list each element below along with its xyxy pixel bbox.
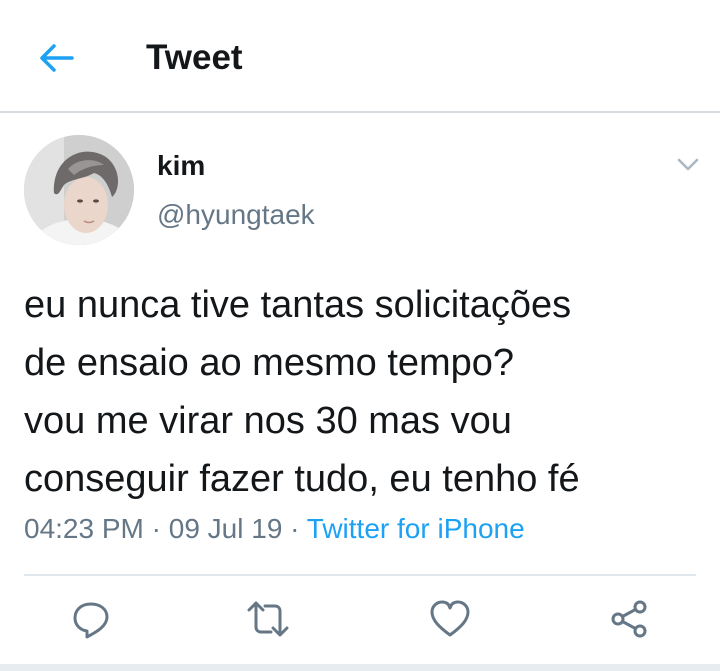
arrow-left-icon [40,44,74,72]
tweet-text: eu nunca tive tantas solicitações de ens… [24,276,704,508]
reply-icon [73,602,109,639]
tweet-line: eu nunca tive tantas solicitações [24,284,572,326]
author-display-name[interactable]: kim [157,150,205,182]
tweet-time: 04:23 PM [24,513,144,544]
tweet-line: conseguir fazer tudo, eu tenho fé [24,458,580,500]
tweet-line: vou me virar nos 30 mas vou [24,400,512,442]
bottom-divider [0,664,720,671]
author-handle[interactable]: @hyungtaek [157,199,315,231]
meta-separator: · [143,513,169,544]
meta-separator: · [282,513,307,544]
heart-icon [430,600,470,637]
tweet-actions-bar [0,594,720,644]
tweet-date: 09 Jul 19 [168,513,283,544]
reply-button[interactable] [66,594,116,644]
tweet-metadata: 04:23 PM · 09 Jul 19 · Twitter for iPhon… [24,512,525,546]
retweet-button[interactable] [243,594,293,644]
avatar[interactable] [24,135,134,245]
tweet-options-button[interactable] [670,150,706,180]
top-bar: Tweet [0,0,720,113]
chevron-down-icon [677,158,699,171]
back-button[interactable] [34,38,78,78]
share-button[interactable] [604,594,654,644]
divider [24,574,696,576]
page-title: Tweet [146,38,243,77]
tweet-line: de ensaio ao mesmo tempo? [24,342,515,384]
avatar-photo [24,135,134,245]
share-icon [611,600,647,638]
retweet-icon [247,601,289,637]
like-button[interactable] [425,594,475,644]
tweet-source-link[interactable]: Twitter for iPhone [307,513,525,544]
